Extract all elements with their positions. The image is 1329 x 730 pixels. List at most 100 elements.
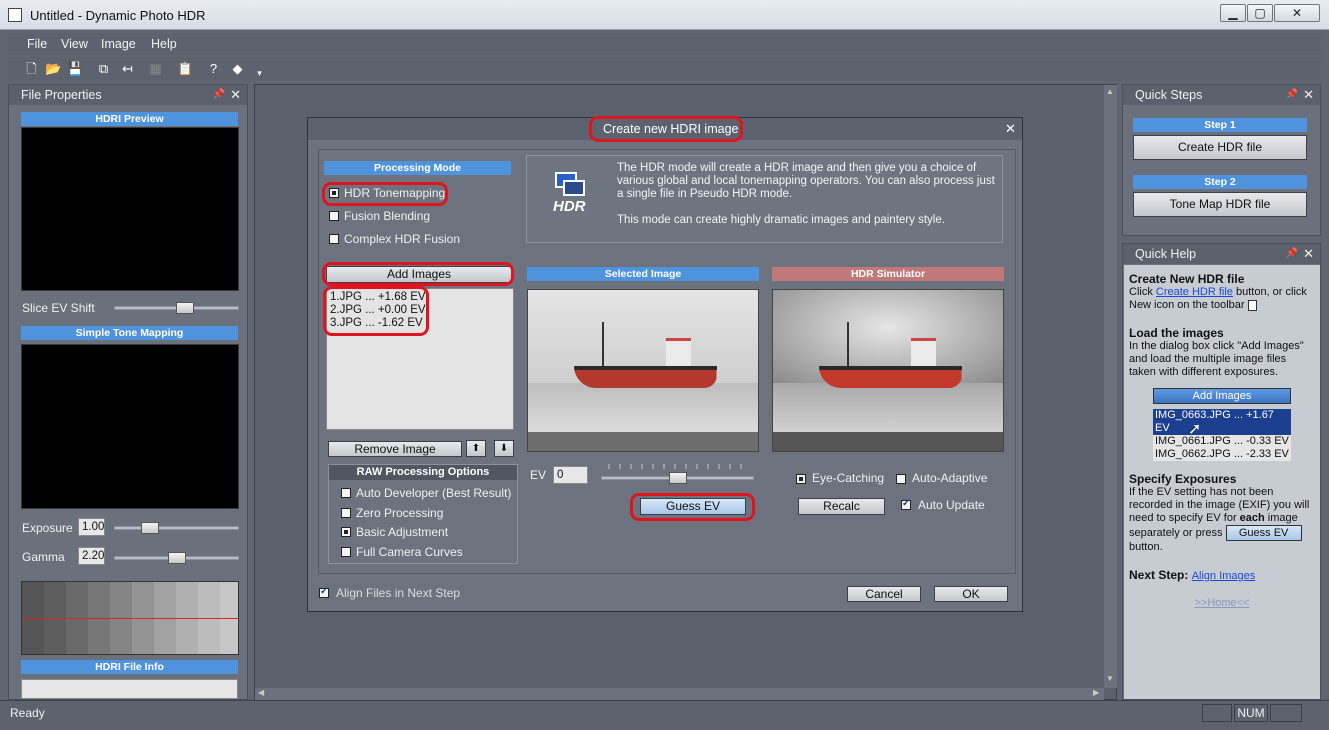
cancel-button[interactable]: Cancel <box>847 586 921 602</box>
slider-thumb[interactable] <box>168 552 186 564</box>
menu-help[interactable]: Help <box>151 37 177 51</box>
mode-complex-hdr-fusion[interactable]: Complex HDR Fusion <box>344 232 460 246</box>
hdr-logo-icon: HDR <box>551 172 595 216</box>
help-icon[interactable]: ? <box>205 60 222 77</box>
exposure-slider[interactable] <box>114 522 239 534</box>
move-down-icon[interactable]: ⬇ <box>494 440 514 457</box>
scroll-down-icon[interactable]: ▼ <box>1106 674 1114 683</box>
checkbox-auto-adaptive[interactable] <box>896 474 906 484</box>
recalc-button[interactable]: Recalc <box>798 498 885 515</box>
checkbox-align-files[interactable] <box>319 586 329 598</box>
hdri-preview <box>21 127 239 291</box>
list-item: IMG_0663.JPG ... +1.67 EV <box>1153 409 1291 435</box>
file-properties-header: File Properties 📌 ✕ <box>9 85 247 105</box>
raw-option-basic-adjustment[interactable]: Basic Adjustment <box>356 525 448 539</box>
raw-option-zero-processing[interactable]: Zero Processing <box>356 506 443 520</box>
mode-fusion-blending[interactable]: Fusion Blending <box>344 209 430 223</box>
hdri-file-info-header: HDRI File Info <box>21 660 238 674</box>
raw-option-auto-developer[interactable]: Auto Developer (Best Result) <box>356 486 511 500</box>
quick-help-title: Quick Help <box>1135 247 1197 261</box>
batch-icon[interactable]: ⧉ <box>95 60 112 77</box>
slice-ev-shift-label: Slice EV Shift <box>22 301 95 315</box>
align-files-label[interactable]: Align Files in Next Step <box>336 586 460 600</box>
exposure-field[interactable]: 1.00 <box>78 518 105 536</box>
new-icon[interactable]: 🗋 <box>23 60 40 77</box>
menu-file[interactable]: File <box>27 37 47 51</box>
gamma-slider[interactable] <box>114 552 239 564</box>
ev-slider[interactable] <box>601 472 754 484</box>
radio-eye-catching[interactable] <box>796 474 806 484</box>
align-images-link[interactable]: Align Images <box>1192 570 1256 582</box>
create-hdr-file-link[interactable]: Create HDR file <box>1156 286 1233 298</box>
eraser-icon[interactable]: ◆ <box>229 60 246 77</box>
quick-help-content: Create New HDR file Click Create HDR fil… <box>1124 265 1320 699</box>
quick-steps-pane: Quick Steps 📌 ✕ Step 1 Create HDR file S… <box>1122 84 1321 236</box>
pin-icon[interactable]: 📌 <box>213 85 225 105</box>
radio-basic-adjustment[interactable] <box>341 527 351 537</box>
remove-image-button[interactable]: Remove Image <box>328 441 462 457</box>
quick-help-header: Quick Help 📌 ✕ <box>1123 244 1320 264</box>
close-button[interactable]: ✕ <box>1274 4 1320 22</box>
radio-auto-developer[interactable] <box>341 488 351 498</box>
pin-icon[interactable]: 📌 <box>1286 244 1298 264</box>
title-bar: Untitled - Dynamic Photo HDR ▁ ▢ ✕ <box>0 0 1329 30</box>
dialog-close-icon[interactable]: ✕ <box>1005 121 1016 137</box>
raw-option-full-camera-curves[interactable]: Full Camera Curves <box>356 545 463 559</box>
gamma-field[interactable]: 2.20 <box>78 547 105 565</box>
help-next-step: Next Step: Align Images <box>1129 568 1256 583</box>
help-add-images-button[interactable]: Add Images <box>1153 388 1291 404</box>
processing-mode-header: Processing Mode <box>324 161 511 175</box>
scroll-up-icon[interactable]: ▲ <box>1106 87 1114 96</box>
open-icon[interactable]: 📂 <box>45 60 62 77</box>
radio-zero-processing[interactable] <box>341 508 351 518</box>
close-icon[interactable]: ✕ <box>1303 85 1314 105</box>
create-hdr-file-button[interactable]: Create HDR file <box>1133 135 1307 160</box>
hdri-preview-header: HDRI Preview <box>21 112 238 126</box>
annotation-ring <box>322 262 514 286</box>
help-text-load: In the dialog box click "Add Images" and… <box>1129 340 1304 378</box>
horizontal-scrollbar[interactable]: ◀ ▶ <box>255 688 1104 700</box>
vertical-scrollbar[interactable]: ▲ ▼ <box>1104 85 1117 688</box>
num-lock-indicator: NUM <box>1234 704 1268 722</box>
help-guess-ev-button[interactable]: Guess EV <box>1225 525 1302 541</box>
minimize-button[interactable]: ▁ <box>1220 4 1246 22</box>
close-icon[interactable]: ✕ <box>1303 244 1314 264</box>
save-icon[interactable]: 💾 <box>67 60 84 77</box>
pin-icon[interactable]: 📌 <box>1286 85 1298 105</box>
auto-adaptive-label[interactable]: Auto-Adaptive <box>912 471 987 485</box>
scroll-right-icon[interactable]: ▶ <box>1093 688 1099 697</box>
close-icon[interactable]: ✕ <box>230 85 241 105</box>
list-item: IMG_0661.JPG ... -0.33 EV <box>1153 435 1291 448</box>
home-link[interactable]: >>Home<< <box>1129 597 1315 610</box>
move-up-icon[interactable]: ⬆ <box>466 440 486 457</box>
checkbox-auto-update[interactable] <box>901 498 911 510</box>
quick-steps-title: Quick Steps <box>1135 88 1203 102</box>
slider-thumb[interactable] <box>141 522 159 534</box>
slider-thumb[interactable] <box>669 472 687 484</box>
undo-icon[interactable]: ↤ <box>119 60 136 77</box>
radio-full-camera-curves[interactable] <box>341 547 351 557</box>
menu-image[interactable]: Image <box>101 37 136 51</box>
maximize-button[interactable]: ▢ <box>1247 4 1273 22</box>
quick-steps-header: Quick Steps 📌 ✕ <box>1123 85 1320 105</box>
create-hdri-dialog: Create new HDRI image ✕ Processing Mode … <box>307 116 1023 612</box>
slider-thumb[interactable] <box>176 302 194 314</box>
scroll-left-icon[interactable]: ◀ <box>258 688 264 697</box>
status-bar: Ready NUM <box>0 700 1329 730</box>
radio-complex-hdr-fusion[interactable] <box>329 234 339 244</box>
selected-image-header: Selected Image <box>527 267 759 281</box>
ok-button[interactable]: OK <box>934 586 1008 602</box>
help-text-create: Click Create HDR file button, or click N… <box>1129 286 1307 311</box>
toolbar-overflow-icon[interactable]: ▾ <box>251 65 268 82</box>
mode-description-box: HDR The HDR mode will create a HDR image… <box>526 155 1003 243</box>
auto-update-label[interactable]: Auto Update <box>918 498 985 512</box>
ev-field[interactable]: 0 <box>553 466 588 484</box>
clipboard-icon[interactable]: 📋 <box>177 60 194 77</box>
menu-view[interactable]: View <box>61 37 88 51</box>
eye-catching-label[interactable]: Eye-Catching <box>812 471 884 485</box>
slice-ev-slider[interactable] <box>114 302 239 314</box>
raw-options-header: RAW Processing Options <box>329 465 517 480</box>
radio-fusion-blending[interactable] <box>329 211 339 221</box>
cursor-icon: ➚ <box>1188 421 1202 438</box>
tone-map-hdr-file-button[interactable]: Tone Map HDR file <box>1133 192 1307 217</box>
